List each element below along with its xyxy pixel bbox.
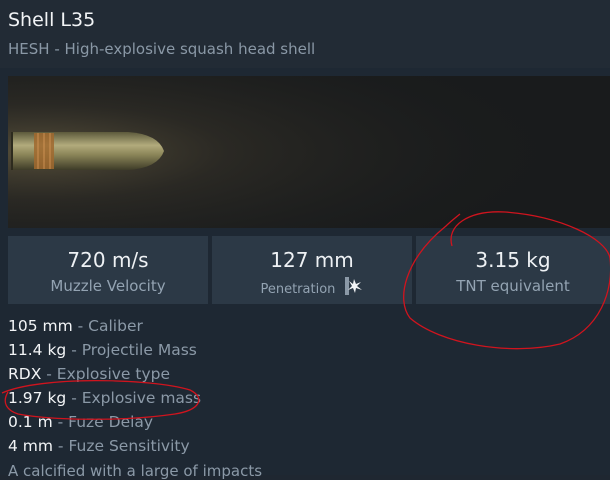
tnt-equivalent-value: 3.15 kg xyxy=(475,248,551,272)
stat-muzzle-velocity: 720 m/s Muzzle Velocity xyxy=(8,236,208,304)
shell-description: A calcified with a large of impacts xyxy=(8,462,263,480)
property-label: Caliber xyxy=(88,317,143,335)
property-separator: - xyxy=(66,341,82,359)
property-caliber: 105 mm - Caliber xyxy=(8,314,201,338)
property-separator: - xyxy=(72,317,89,335)
stat-tnt-equivalent: 3.15 kg TNT equivalent xyxy=(416,236,610,304)
property-value: 0.1 m xyxy=(8,413,53,431)
property-label: Fuze Delay xyxy=(68,413,154,431)
penetration-label: Penetration xyxy=(260,282,336,297)
property-value: 1.97 kg xyxy=(8,389,67,407)
property-fuze-delay: 0.1 m - Fuze Delay xyxy=(8,410,201,434)
property-separator: - xyxy=(52,413,69,431)
property-explosive-type: RDX - Explosive type xyxy=(8,362,201,386)
property-label: Explosive type xyxy=(56,365,171,383)
page-title: Shell L35 xyxy=(8,9,96,31)
properties-list: 105 mm - Caliber 11.4 kg - Projectile Ma… xyxy=(8,314,201,458)
property-value: RDX xyxy=(8,365,42,383)
stat-penetration: 127 mm Penetration xyxy=(212,236,412,304)
shell-image xyxy=(8,76,610,228)
property-separator: - xyxy=(66,389,82,407)
tnt-equivalent-label: TNT equivalent xyxy=(456,277,570,295)
muzzle-velocity-value: 720 m/s xyxy=(67,248,149,272)
shell-projectile-icon xyxy=(8,76,610,228)
property-value: 4 mm xyxy=(8,437,53,455)
page-subtitle: HESH - High-explosive squash head shell xyxy=(8,40,316,58)
property-projectile-mass: 11.4 kg - Projectile Mass xyxy=(8,338,201,362)
property-label: Explosive mass xyxy=(81,389,202,407)
header: Shell L35 HESH - High-explosive squash h… xyxy=(0,0,610,68)
property-separator: - xyxy=(41,365,57,383)
property-label: Projectile Mass xyxy=(81,341,197,359)
property-value: 105 mm xyxy=(8,317,73,335)
property-fuze-sensitivity: 4 mm - Fuze Sensitivity xyxy=(8,434,201,458)
property-explosive-mass: 1.97 kg - Explosive mass xyxy=(8,386,201,410)
penetration-burst-icon xyxy=(344,276,364,300)
muzzle-velocity-label: Muzzle Velocity xyxy=(50,277,166,295)
penetration-label-row: Penetration xyxy=(212,276,412,300)
property-separator: - xyxy=(53,437,69,455)
property-value: 11.4 kg xyxy=(8,341,67,359)
penetration-value: 127 mm xyxy=(270,248,354,272)
property-label: Fuze Sensitivity xyxy=(68,437,190,455)
